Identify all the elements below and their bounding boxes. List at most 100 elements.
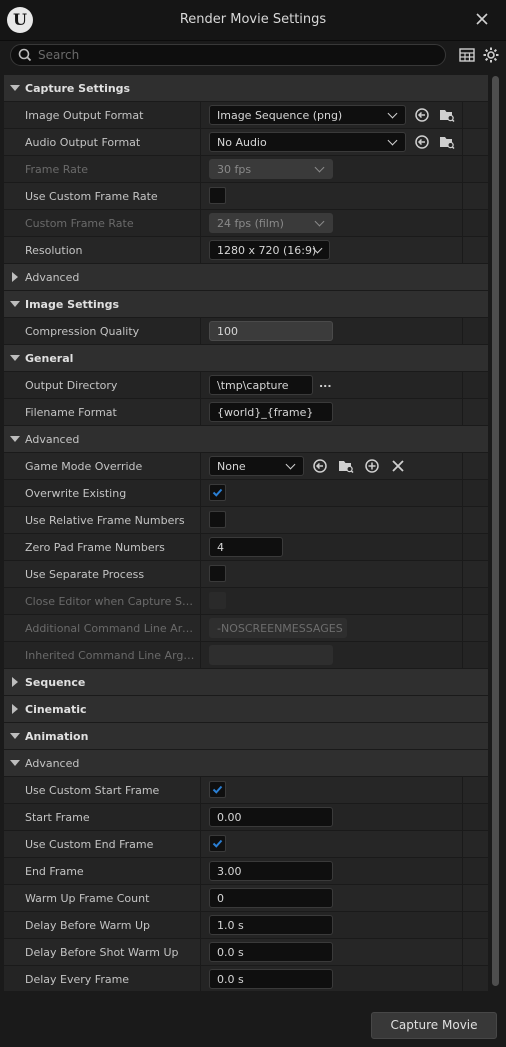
close-editor-checkbox bbox=[209, 592, 226, 609]
dropdown-value: 30 fps bbox=[217, 163, 252, 176]
custom-frame-rate-dropdown: 24 fps (film) bbox=[209, 213, 333, 233]
category-label: Advanced bbox=[25, 271, 80, 284]
audio-output-format-dropdown[interactable]: No Audio bbox=[209, 132, 406, 152]
browse-folder-icon[interactable] bbox=[439, 134, 455, 150]
row-overwrite-existing: Overwrite Existing bbox=[4, 480, 488, 507]
row-additional-command-line: Additional Command Line Argum... -NOSCRE… bbox=[4, 615, 488, 642]
gear-icon[interactable] bbox=[482, 46, 500, 64]
row-delay-every-frame: Delay Every Frame 0.0 s bbox=[4, 966, 488, 991]
browse-directory-button[interactable]: ... bbox=[319, 377, 332, 390]
property-label: Compression Quality bbox=[25, 325, 140, 338]
row-use-separate-process: Use Separate Process bbox=[4, 561, 488, 588]
row-close-editor: Close Editor when Capture Starts bbox=[4, 588, 488, 615]
output-directory-field[interactable]: \tmp\capture bbox=[209, 375, 313, 395]
compression-quality-field[interactable]: 100 bbox=[209, 321, 333, 341]
expand-arrow-icon bbox=[10, 355, 20, 361]
checkmark-icon bbox=[212, 839, 223, 848]
close-button[interactable] bbox=[472, 9, 492, 29]
category-label: Animation bbox=[25, 730, 89, 743]
property-label: Use Custom End Frame bbox=[25, 838, 154, 851]
resolution-dropdown[interactable]: 1280 x 720 (16:9) bbox=[209, 240, 330, 260]
use-separate-process-checkbox[interactable] bbox=[209, 565, 226, 582]
category-label: Advanced bbox=[25, 433, 80, 446]
collapsed-arrow-icon bbox=[12, 677, 18, 687]
category-capture-advanced[interactable]: Advanced bbox=[4, 264, 488, 291]
scrollbar-track[interactable] bbox=[492, 76, 499, 988]
row-zero-pad-frame-numbers: Zero Pad Frame Numbers 4 bbox=[4, 534, 488, 561]
capture-movie-button[interactable]: Capture Movie bbox=[371, 1012, 497, 1039]
expand-arrow-icon bbox=[10, 301, 20, 307]
category-label: General bbox=[25, 352, 74, 365]
image-output-format-dropdown[interactable]: Image Sequence (png) bbox=[209, 105, 406, 125]
category-animation-advanced[interactable]: Advanced bbox=[4, 750, 488, 777]
category-label: Cinematic bbox=[25, 703, 87, 716]
browse-folder-icon[interactable] bbox=[338, 458, 354, 474]
dropdown-value: Image Sequence (png) bbox=[217, 109, 343, 122]
delay-before-warm-up-field[interactable]: 1.0 s bbox=[209, 915, 333, 935]
use-custom-end-frame-checkbox[interactable] bbox=[209, 835, 226, 852]
use-custom-start-frame-checkbox[interactable] bbox=[209, 781, 226, 798]
expand-arrow-icon bbox=[10, 760, 20, 766]
reset-arrow-icon[interactable] bbox=[312, 458, 328, 474]
property-label: End Frame bbox=[25, 865, 84, 878]
row-end-frame: End Frame 3.00 bbox=[4, 858, 488, 885]
category-advanced[interactable]: Advanced bbox=[4, 426, 488, 453]
expand-arrow-icon bbox=[10, 436, 20, 442]
row-compression-quality: Compression Quality 100 bbox=[4, 318, 488, 345]
use-relative-frame-numbers-checkbox[interactable] bbox=[209, 511, 226, 528]
property-label: Use Custom Frame Rate bbox=[25, 190, 158, 203]
browse-folder-icon[interactable] bbox=[439, 107, 455, 123]
clear-icon[interactable] bbox=[390, 458, 406, 474]
category-general[interactable]: General bbox=[4, 345, 488, 372]
property-label: Start Frame bbox=[25, 811, 90, 824]
search-icon bbox=[18, 48, 32, 62]
start-frame-field[interactable]: 0.00 bbox=[209, 807, 333, 827]
collapsed-arrow-icon bbox=[12, 272, 18, 282]
row-delay-before-shot-warm-up: Delay Before Shot Warm Up 0.0 s bbox=[4, 939, 488, 966]
chevron-down-icon bbox=[387, 135, 398, 146]
checkmark-icon bbox=[212, 488, 223, 497]
row-image-output-format: Image Output Format Image Sequence (png) bbox=[4, 102, 488, 129]
additional-command-line-field: -NOSCREENMESSAGES bbox=[209, 618, 347, 638]
end-frame-field[interactable]: 3.00 bbox=[209, 861, 333, 881]
dropdown-value: No Audio bbox=[217, 136, 267, 149]
filename-format-field[interactable]: {world}_{frame} bbox=[209, 402, 333, 422]
row-use-custom-frame-rate: Use Custom Frame Rate bbox=[4, 183, 488, 210]
row-resolution: Resolution 1280 x 720 (16:9) bbox=[4, 237, 488, 264]
search-box[interactable] bbox=[10, 44, 446, 66]
property-label: Resolution bbox=[25, 244, 83, 257]
scrollbar-thumb[interactable] bbox=[492, 76, 499, 986]
property-label: Custom Frame Rate bbox=[25, 217, 134, 230]
category-sequence[interactable]: Sequence bbox=[4, 669, 488, 696]
game-mode-override-dropdown[interactable]: None bbox=[209, 456, 304, 476]
delay-every-frame-field[interactable]: 0.0 s bbox=[209, 969, 333, 989]
zero-pad-frame-numbers-field[interactable]: 4 bbox=[209, 537, 283, 557]
delay-before-shot-warm-up-field[interactable]: 0.0 s bbox=[209, 942, 333, 962]
table-icon[interactable] bbox=[458, 46, 476, 64]
overwrite-existing-checkbox[interactable] bbox=[209, 484, 226, 501]
expand-arrow-icon bbox=[10, 733, 20, 739]
row-warm-up-frame-count: Warm Up Frame Count 0 bbox=[4, 885, 488, 912]
window-title: Render Movie Settings bbox=[179, 12, 327, 27]
row-output-directory: Output Directory \tmp\capture ... bbox=[4, 372, 488, 399]
category-cinematic[interactable]: Cinematic bbox=[4, 696, 488, 723]
category-label: Image Settings bbox=[25, 298, 120, 311]
reset-arrow-icon[interactable] bbox=[414, 134, 430, 150]
property-label: Delay Every Frame bbox=[25, 973, 130, 986]
warm-up-frame-count-field[interactable]: 0 bbox=[209, 888, 333, 908]
close-icon bbox=[476, 13, 488, 25]
add-icon[interactable] bbox=[364, 458, 380, 474]
row-start-frame: Start Frame 0.00 bbox=[4, 804, 488, 831]
property-label: Image Output Format bbox=[25, 109, 144, 122]
category-capture-settings[interactable]: Capture Settings bbox=[4, 75, 488, 102]
category-image-settings[interactable]: Image Settings bbox=[4, 291, 488, 318]
category-animation[interactable]: Animation bbox=[4, 723, 488, 750]
reset-arrow-icon[interactable] bbox=[414, 107, 430, 123]
chevron-down-icon bbox=[387, 108, 398, 119]
frame-rate-dropdown: 30 fps bbox=[209, 159, 333, 179]
row-delay-before-warm-up: Delay Before Warm Up 1.0 s bbox=[4, 912, 488, 939]
row-audio-output-format: Audio Output Format No Audio bbox=[4, 129, 488, 156]
use-custom-frame-rate-checkbox[interactable] bbox=[209, 187, 226, 204]
search-input[interactable] bbox=[38, 45, 438, 65]
dropdown-value: None bbox=[217, 460, 246, 473]
